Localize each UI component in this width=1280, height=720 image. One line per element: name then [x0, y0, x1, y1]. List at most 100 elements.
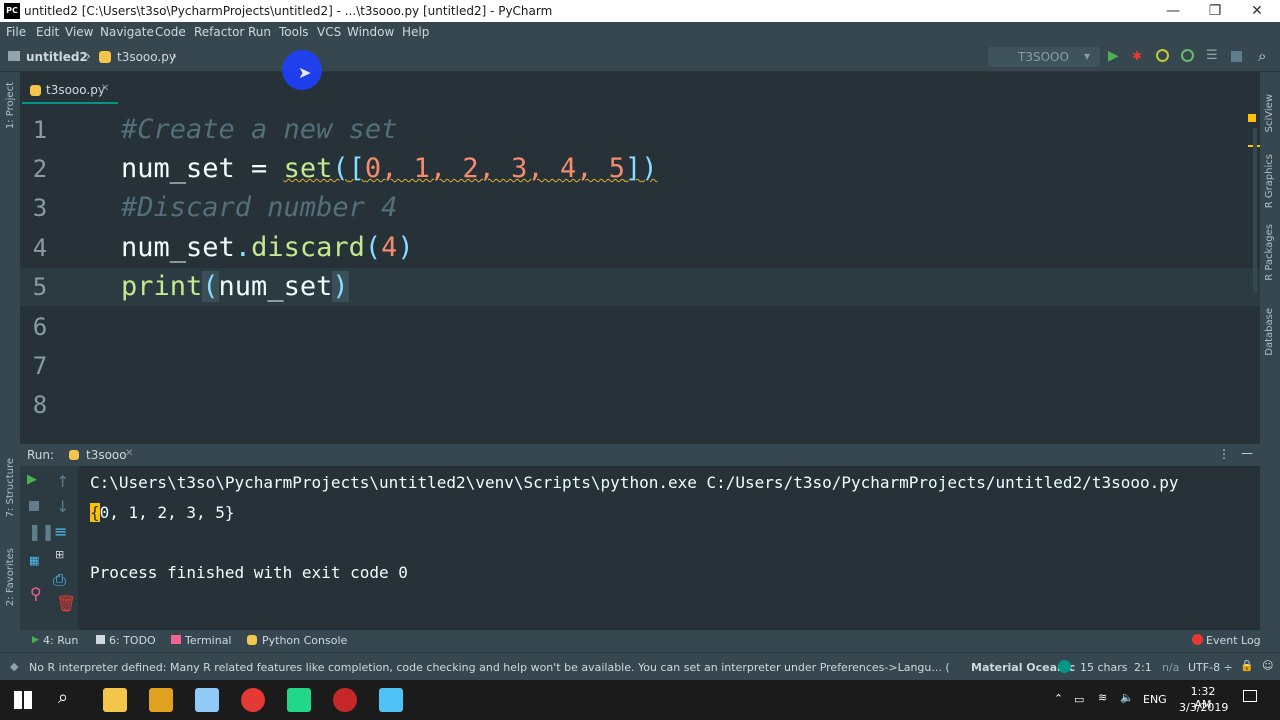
stop-icon[interactable] — [1231, 51, 1242, 62]
close-tab-icon[interactable]: ✕ — [101, 83, 109, 94]
code-token: ) — [397, 232, 414, 263]
code-line-2: num_set = set([0, 1, 2, 3, 4, 5]) — [121, 153, 658, 184]
profile-icon[interactable] — [1181, 49, 1194, 62]
battery-icon[interactable]: ▭ — [1074, 693, 1084, 706]
tab-terminal[interactable]: Terminal — [185, 634, 232, 647]
encoding-select[interactable]: UTF-8 ÷ — [1188, 661, 1233, 674]
menu-tools[interactable]: Tools — [279, 25, 309, 39]
tab-python-console[interactable]: Python Console — [262, 634, 347, 647]
run-config-label: T3SOOO — [1018, 50, 1069, 64]
line-number: 5 — [32, 273, 48, 301]
more-options-icon[interactable]: ⋮ — [1218, 447, 1230, 461]
line-number: 2 — [32, 155, 48, 183]
soft-wrap-icon[interactable]: ≡ — [54, 522, 67, 541]
cursor-position[interactable]: 2:1 — [1134, 661, 1152, 674]
stop-icon[interactable] — [29, 501, 39, 511]
menu-code[interactable]: Code — [155, 25, 186, 39]
volume-icon[interactable]: 🔈 — [1120, 691, 1134, 704]
status-message[interactable]: No R interpreter defined: Many R related… — [29, 661, 949, 674]
code-editor[interactable]: 1 2 3 4 5 6 7 8 #Create a new set num_se… — [20, 108, 1260, 440]
language-indicator[interactable]: ENG — [1143, 693, 1167, 706]
run-icon[interactable]: ▶ — [1108, 48, 1119, 64]
run-console[interactable]: ▶ ↑ ↓ ❚❚ ≡ ▦ ⊞ ⎙ ⚲ 🗑 C:\Users\t3so\Pycha… — [20, 466, 1260, 630]
sciview-tool-tab[interactable]: SciView — [1264, 94, 1275, 132]
menu-refactor[interactable]: Refactor — [194, 25, 244, 39]
console-finish: Process finished with exit code 0 — [90, 563, 408, 582]
navigation-bar: untitled2 › t3sooo.py › T3SOOO ▾ ▶ ✱ ☰ ⌕ — [0, 42, 1280, 72]
lock-icon[interactable]: 🔒 — [1240, 659, 1254, 672]
menu-navigate[interactable]: Navigate — [100, 25, 154, 39]
status-bar: ◆ No R interpreter defined: Many R relat… — [0, 652, 1280, 680]
menu-vcs[interactable]: VCS — [317, 25, 341, 39]
layout-icon[interactable]: ▦ — [29, 554, 39, 567]
menu-window[interactable]: Window — [347, 25, 394, 39]
pycharm-taskbar-icon[interactable] — [287, 688, 311, 712]
windows-taskbar: ⌕ ⌃ ▭ ≋ 🔈 ENG 1:32 AM 3/3/2019 — [0, 680, 1280, 720]
event-log-button[interactable]: Event Log — [1206, 634, 1261, 647]
project-tool-tab[interactable]: 1: Project — [5, 82, 16, 129]
r-graphics-tool-tab[interactable]: R Graphics — [1264, 154, 1275, 208]
code-token: 0, 1, 2, 3, 4, 5 — [364, 153, 625, 184]
coverage-icon[interactable] — [1156, 49, 1169, 62]
pin-icon[interactable]: ⚲ — [30, 584, 42, 603]
close-button[interactable]: ✕ — [1234, 0, 1280, 22]
breadcrumb-project[interactable]: untitled2 — [26, 50, 88, 64]
structure-tool-tab[interactable]: 7: Structure — [5, 458, 16, 517]
window-title: untitled2 [C:\Users\t3so\PycharmProjects… — [24, 4, 553, 18]
opera-icon[interactable] — [241, 688, 265, 712]
menu-run[interactable]: Run — [248, 25, 271, 39]
concurrency-icon[interactable]: ☰ — [1206, 48, 1218, 63]
tab-run[interactable]: 4: Run — [43, 634, 78, 647]
line-number: 7 — [32, 352, 48, 380]
tab-todo[interactable]: 6: TODO — [109, 634, 156, 647]
tab-label: t3sooo.py — [46, 83, 105, 97]
pause-icon[interactable]: ❚❚ — [28, 522, 55, 541]
breadcrumb-file[interactable]: t3sooo.py — [117, 50, 176, 64]
chevron-up-icon[interactable]: ⌃ — [1054, 692, 1063, 705]
up-arrow-icon[interactable]: ↑ — [56, 472, 69, 491]
wifi-icon[interactable]: ≋ — [1098, 691, 1107, 704]
database-tool-tab[interactable]: Database — [1264, 308, 1275, 356]
minimize-button[interactable]: — — [1150, 0, 1196, 22]
file-explorer-icon[interactable] — [103, 688, 127, 712]
run-tab-label[interactable]: t3sooo — [86, 448, 127, 462]
rerun-icon[interactable]: ▶ — [27, 472, 37, 487]
menu-file[interactable]: File — [6, 25, 26, 39]
inspection-marker-icon[interactable] — [1248, 114, 1256, 122]
search-icon[interactable]: ⌕ — [58, 687, 68, 708]
r-packages-tool-tab[interactable]: R Packages — [1264, 224, 1275, 281]
scroll-end-icon[interactable]: ⊞ — [55, 548, 64, 561]
recorder-icon[interactable] — [333, 688, 357, 712]
run-config-select[interactable]: T3SOOO ▾ — [988, 47, 1100, 67]
print-icon[interactable]: ⎙ — [53, 570, 66, 590]
menu-help[interactable]: Help — [402, 25, 429, 39]
code-token: [ — [348, 153, 365, 184]
sublime-icon[interactable] — [149, 688, 173, 712]
notifications-icon[interactable] — [1243, 690, 1257, 702]
python-file-icon — [30, 85, 41, 96]
code-token: num_set = — [121, 153, 284, 184]
editor-scrollbar[interactable] — [1253, 128, 1257, 292]
chevron-right-icon: › — [172, 49, 177, 63]
windows-start-icon[interactable] — [14, 691, 32, 709]
notepad-icon[interactable] — [379, 688, 403, 712]
search-icon[interactable]: ⌕ — [1258, 47, 1266, 65]
down-arrow-icon[interactable]: ↓ — [56, 497, 69, 516]
clock-date[interactable]: 3/3/2019 — [1179, 701, 1228, 714]
line-number: 4 — [32, 234, 48, 262]
inspector-icon[interactable]: ☺ — [1262, 659, 1273, 672]
favorites-tool-tab[interactable]: 2: Favorites — [5, 548, 16, 606]
close-run-tab-icon[interactable]: ✕ — [125, 448, 133, 459]
line-gutter: 1 2 3 4 5 6 7 8 — [20, 108, 120, 440]
debug-icon[interactable]: ✱ — [1132, 49, 1142, 63]
menu-edit[interactable]: Edit — [36, 25, 59, 39]
app-icon[interactable] — [195, 688, 219, 712]
hide-panel-icon[interactable]: — — [1241, 446, 1253, 460]
menu-view[interactable]: View — [65, 25, 93, 39]
restore-button[interactable]: ❐ — [1192, 0, 1238, 22]
output-text: 0, 1, 2, 3, 5} — [99, 503, 235, 522]
tab-t3sooo[interactable]: t3sooo.py ✕ — [22, 78, 118, 104]
code-token: num_set — [218, 271, 333, 302]
title-bar: PC untitled2 [C:\Users\t3so\PycharmProje… — [0, 0, 1280, 22]
trash-icon[interactable]: 🗑 — [56, 594, 76, 613]
